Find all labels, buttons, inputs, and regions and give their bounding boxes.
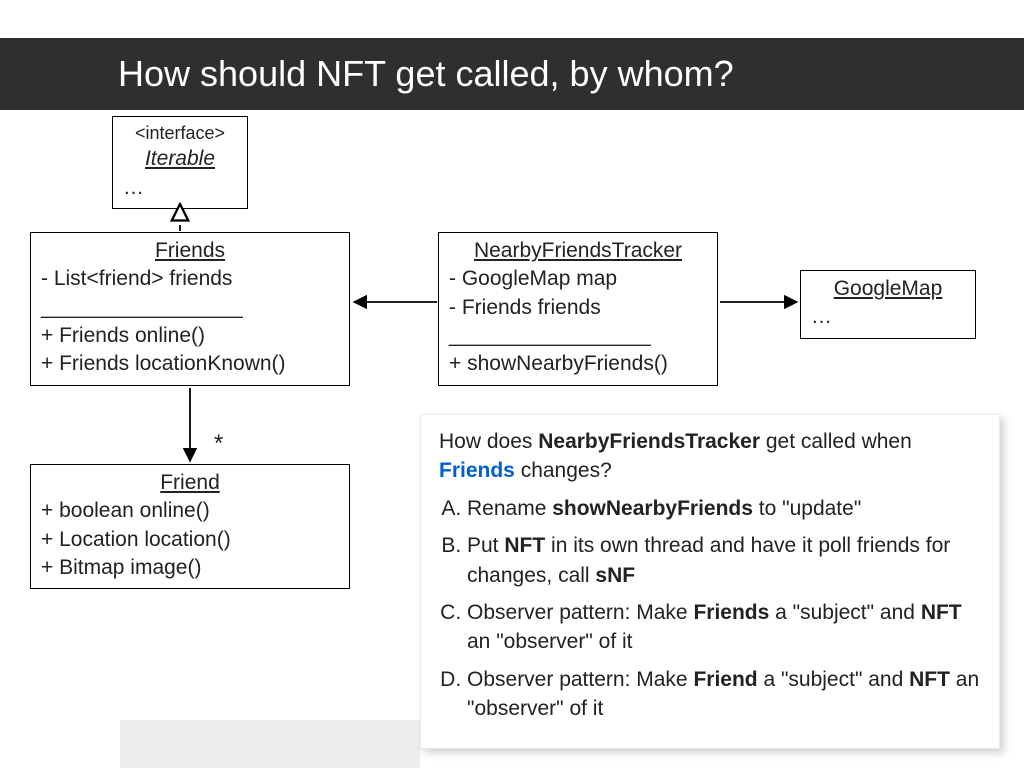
c-b2: NFT	[921, 601, 962, 624]
slide-title: How should NFT get called, by whom?	[118, 53, 734, 95]
option-b: Put NFT in its own thread and have it po…	[467, 531, 981, 590]
a-pre: Rename	[467, 497, 552, 520]
a-post: to "update"	[753, 497, 861, 520]
class-googlemap: GoogleMap …	[800, 270, 976, 339]
question-panel: How does NearbyFriendsTracker get called…	[420, 414, 1000, 749]
class-nft: NearbyFriendsTracker - GoogleMap map - F…	[438, 232, 718, 386]
class-friends: Friends - List<friend> friends _________…	[30, 232, 350, 386]
q-intro-pre: How does	[439, 430, 538, 453]
decorative-shade	[120, 720, 420, 768]
nft-attr1: - GoogleMap map	[449, 265, 707, 293]
c-mid: a "subject" and	[769, 601, 921, 624]
friend-op3: + Bitmap image()	[41, 554, 339, 582]
nft-name: NearbyFriendsTracker	[449, 237, 707, 265]
b-pre: Put	[467, 534, 504, 557]
multiplicity-star: *	[214, 430, 223, 458]
d-pre: Observer pattern: Make	[467, 668, 693, 691]
b-b1: NFT	[504, 534, 545, 557]
b-b2: sNF	[595, 564, 635, 587]
nft-attr2: - Friends friends	[449, 294, 707, 322]
slide-title-bar: How should NFT get called, by whom?	[0, 38, 1024, 110]
c-b1: Friends	[693, 601, 769, 624]
friends-divider: __________________	[41, 294, 339, 322]
q-intro-b2: Friends	[439, 459, 515, 482]
q-intro-post: changes?	[515, 459, 612, 482]
class-friend: Friend + boolean online() + Location loc…	[30, 464, 350, 589]
c-pre: Observer pattern: Make	[467, 601, 693, 624]
gmap-rest: …	[811, 303, 965, 331]
friends-attr1: - List<friend> friends	[41, 265, 339, 293]
question-intro: How does NearbyFriendsTracker get called…	[439, 427, 981, 486]
iterable-rest: …	[123, 174, 237, 202]
question-options: Rename showNearbyFriends to "update" Put…	[439, 494, 981, 724]
friends-op2: + Friends locationKnown()	[41, 350, 339, 378]
q-intro-b1: NearbyFriendsTracker	[538, 430, 760, 453]
gmap-name: GoogleMap	[811, 275, 965, 303]
d-mid: a "subject" and	[758, 668, 910, 691]
nft-divider: __________________	[449, 322, 707, 350]
q-intro-mid: get called when	[760, 430, 912, 453]
class-iterable: <interface> Iterable …	[112, 116, 248, 209]
nft-op1: + showNearbyFriends()	[449, 350, 707, 378]
d-b1: Friend	[693, 668, 757, 691]
iterable-stereotype: <interface>	[123, 121, 237, 145]
d-b2: NFT	[909, 668, 950, 691]
option-d: Observer pattern: Make Friend a "subject…	[467, 665, 981, 724]
a-b: showNearbyFriends	[552, 497, 753, 520]
iterable-name: Iterable	[123, 145, 237, 173]
friends-name: Friends	[41, 237, 339, 265]
c-post: an "observer" of it	[467, 630, 633, 653]
friend-op2: + Location location()	[41, 526, 339, 554]
option-c: Observer pattern: Make Friends a "subjec…	[467, 598, 981, 657]
option-a: Rename showNearbyFriends to "update"	[467, 494, 981, 523]
friend-op1: + boolean online()	[41, 497, 339, 525]
friend-name: Friend	[41, 469, 339, 497]
friends-op1: + Friends online()	[41, 322, 339, 350]
